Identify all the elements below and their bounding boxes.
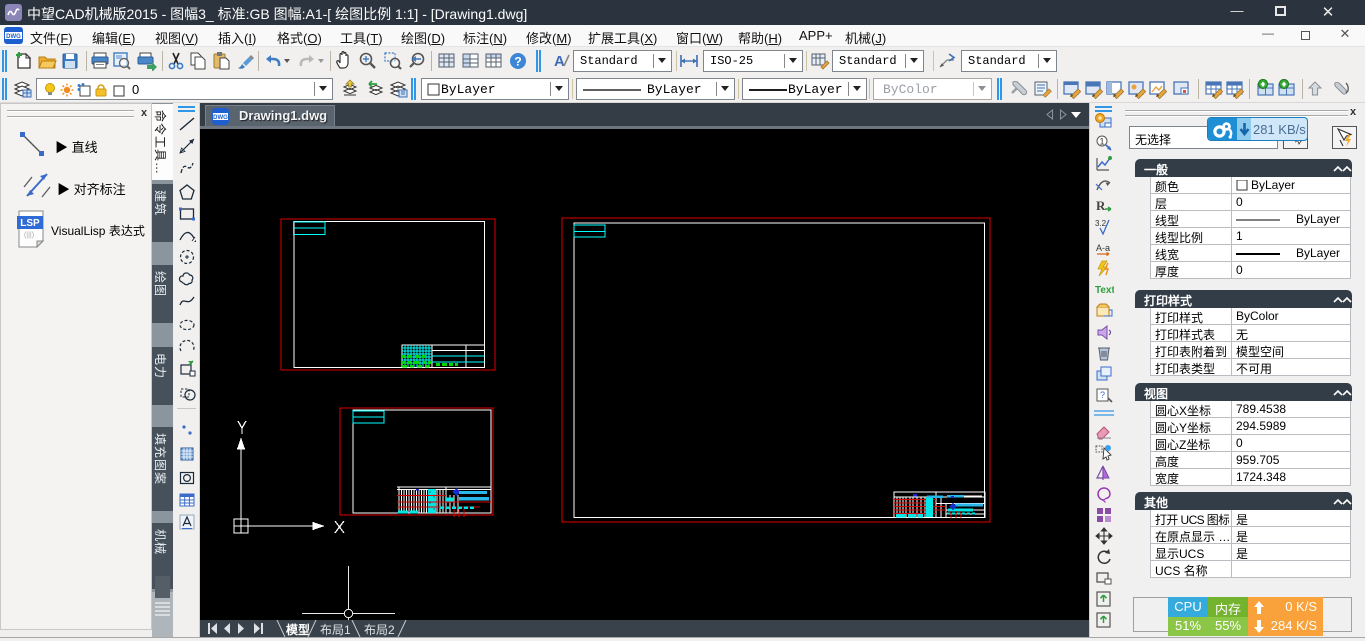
svg-text:1: 1 [1099, 137, 1104, 147]
svg-text:?: ? [514, 55, 521, 69]
svg-text:DWG: DWG [213, 115, 228, 121]
svg-text:3.2: 3.2 [1095, 219, 1107, 228]
svg-text:A: A [554, 53, 565, 70]
svg-text:DWG: DWG [6, 34, 21, 40]
svg-text:?: ? [1100, 390, 1105, 400]
svg-text:A-a: A-a [1096, 243, 1110, 253]
svg-text:LSP: LSP [20, 218, 40, 229]
svg-text:Text: Text [1095, 285, 1114, 296]
svg-text:(|||): (|||) [24, 232, 34, 239]
svg-text:R: R [1096, 198, 1106, 213]
